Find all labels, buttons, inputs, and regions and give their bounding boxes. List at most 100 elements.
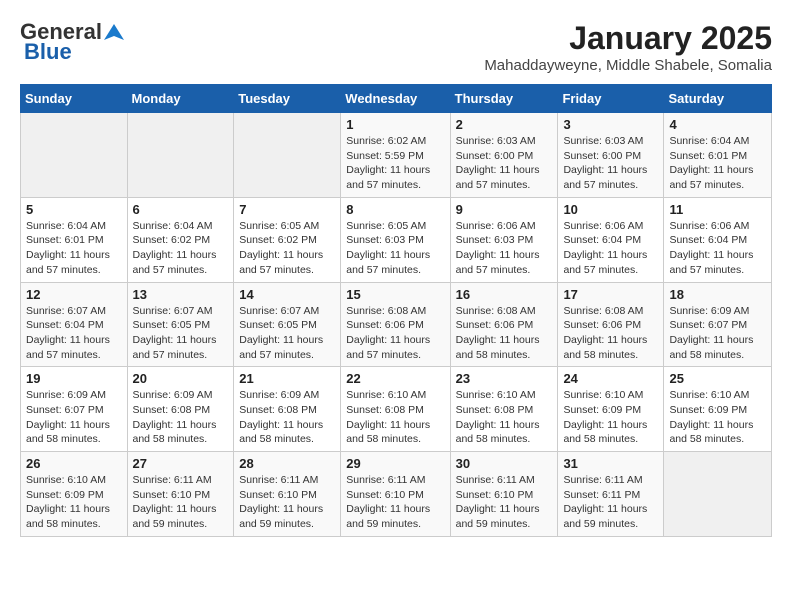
day-number: 2 [456, 117, 553, 132]
calendar-cell: 16 Sunrise: 6:08 AMSunset: 6:06 PMDayligh… [450, 282, 558, 367]
day-number: 24 [563, 371, 658, 386]
day-info: Sunrise: 6:11 AMSunset: 6:10 PMDaylight:… [239, 473, 335, 532]
day-number: 31 [563, 456, 658, 471]
day-number: 10 [563, 202, 658, 217]
calendar-cell: 27 Sunrise: 6:11 AMSunset: 6:10 PMDayligh… [127, 452, 234, 537]
day-info: Sunrise: 6:09 AMSunset: 6:07 PMDaylight:… [26, 388, 122, 447]
day-info: Sunrise: 6:07 AMSunset: 6:05 PMDaylight:… [239, 304, 335, 363]
calendar-cell: 10Sunrise: 6:06 AMSunset: 6:04 PMDayligh… [558, 197, 664, 282]
calendar-cell: 29 Sunrise: 6:11 AMSunset: 6:10 PMDayligh… [341, 452, 450, 537]
day-number: 27 [133, 456, 229, 471]
calendar-cell: 30Sunrise: 6:11 AMSunset: 6:10 PMDayligh… [450, 452, 558, 537]
day-info: Sunrise: 6:02 AMSunset: 5:59 PMDaylight:… [346, 134, 444, 193]
calendar-cell: 17 Sunrise: 6:08 AMSunset: 6:06 PMDayligh… [558, 282, 664, 367]
day-number: 23 [456, 371, 553, 386]
logo-bird-icon [104, 22, 124, 42]
calendar-cell: 23 Sunrise: 6:10 AMSunset: 6:08 PMDayligh… [450, 367, 558, 452]
day-number: 26 [26, 456, 122, 471]
day-info: Sunrise: 6:08 AMSunset: 6:06 PMDaylight:… [563, 304, 658, 363]
weekday-header: Thursday [450, 85, 558, 113]
calendar-cell: 14 Sunrise: 6:07 AMSunset: 6:05 PMDayligh… [234, 282, 341, 367]
weekday-header: Sunday [21, 85, 128, 113]
calendar-cell: 4 Sunrise: 6:04 AMSunset: 6:01 PMDaylight… [664, 113, 772, 198]
day-number: 12 [26, 287, 122, 302]
day-number: 16 [456, 287, 553, 302]
weekday-header-row: SundayMondayTuesdayWednesdayThursdayFrid… [21, 85, 772, 113]
calendar-table: SundayMondayTuesdayWednesdayThursdayFrid… [20, 84, 772, 537]
location-subtitle: Mahaddayweyne, Middle Shabele, Somalia [484, 57, 772, 74]
weekday-header: Friday [558, 85, 664, 113]
day-info: Sunrise: 6:06 AMSunset: 6:03 PMDaylight:… [456, 219, 553, 278]
day-info: Sunrise: 6:09 AMSunset: 6:07 PMDaylight:… [669, 304, 766, 363]
calendar-cell [21, 113, 128, 198]
day-number: 18 [669, 287, 766, 302]
calendar-week-row: 19 Sunrise: 6:09 AMSunset: 6:07 PMDayligh… [21, 367, 772, 452]
day-info: Sunrise: 6:09 AMSunset: 6:08 PMDaylight:… [239, 388, 335, 447]
page-header: General Blue January 2025 Mahaddayweyne,… [20, 20, 772, 74]
calendar-cell: 13Sunrise: 6:07 AMSunset: 6:05 PMDayligh… [127, 282, 234, 367]
day-info: Sunrise: 6:05 AMSunset: 6:02 PMDaylight:… [239, 219, 335, 278]
day-number: 6 [133, 202, 229, 217]
weekday-header: Tuesday [234, 85, 341, 113]
calendar-cell: 9 Sunrise: 6:06 AMSunset: 6:03 PMDaylight… [450, 197, 558, 282]
calendar-cell: 22Sunrise: 6:10 AMSunset: 6:08 PMDayligh… [341, 367, 450, 452]
calendar-cell: 8Sunrise: 6:05 AMSunset: 6:03 PMDaylight… [341, 197, 450, 282]
calendar-cell: 19 Sunrise: 6:09 AMSunset: 6:07 PMDayligh… [21, 367, 128, 452]
weekday-header: Wednesday [341, 85, 450, 113]
calendar-cell: 24 Sunrise: 6:10 AMSunset: 6:09 PMDayligh… [558, 367, 664, 452]
calendar-cell: 12 Sunrise: 6:07 AMSunset: 6:04 PMDayligh… [21, 282, 128, 367]
day-info: Sunrise: 6:06 AMSunset: 6:04 PMDaylight:… [669, 219, 766, 278]
calendar-cell: 2Sunrise: 6:03 AMSunset: 6:00 PMDaylight… [450, 113, 558, 198]
day-number: 9 [456, 202, 553, 217]
day-info: Sunrise: 6:11 AMSunset: 6:10 PMDaylight:… [456, 473, 553, 532]
weekday-header: Saturday [664, 85, 772, 113]
day-info: Sunrise: 6:03 AMSunset: 6:00 PMDaylight:… [563, 134, 658, 193]
day-info: Sunrise: 6:10 AMSunset: 6:09 PMDaylight:… [669, 388, 766, 447]
month-title: January 2025 [484, 20, 772, 57]
calendar-cell: 3 Sunrise: 6:03 AMSunset: 6:00 PMDaylight… [558, 113, 664, 198]
day-number: 21 [239, 371, 335, 386]
day-info: Sunrise: 6:07 AMSunset: 6:05 PMDaylight:… [133, 304, 229, 363]
day-number: 11 [669, 202, 766, 217]
calendar-cell [127, 113, 234, 198]
calendar-cell: 31 Sunrise: 6:11 AMSunset: 6:11 PMDayligh… [558, 452, 664, 537]
day-info: Sunrise: 6:08 AMSunset: 6:06 PMDaylight:… [456, 304, 553, 363]
day-info: Sunrise: 6:08 AMSunset: 6:06 PMDaylight:… [346, 304, 444, 363]
day-info: Sunrise: 6:11 AMSunset: 6:10 PMDaylight:… [346, 473, 444, 532]
day-number: 4 [669, 117, 766, 132]
calendar-cell: 15Sunrise: 6:08 AMSunset: 6:06 PMDayligh… [341, 282, 450, 367]
day-info: Sunrise: 6:04 AMSunset: 6:01 PMDaylight:… [26, 219, 122, 278]
day-info: Sunrise: 6:10 AMSunset: 6:09 PMDaylight:… [26, 473, 122, 532]
calendar-cell: 21 Sunrise: 6:09 AMSunset: 6:08 PMDayligh… [234, 367, 341, 452]
calendar-cell [234, 113, 341, 198]
calendar-week-row: 1 Sunrise: 6:02 AMSunset: 5:59 PMDaylight… [21, 113, 772, 198]
day-number: 25 [669, 371, 766, 386]
day-number: 29 [346, 456, 444, 471]
calendar-cell: 26 Sunrise: 6:10 AMSunset: 6:09 PMDayligh… [21, 452, 128, 537]
day-number: 22 [346, 371, 444, 386]
logo-blue: Blue [20, 40, 72, 64]
calendar-cell: 28 Sunrise: 6:11 AMSunset: 6:10 PMDayligh… [234, 452, 341, 537]
logo: General Blue [20, 20, 124, 64]
weekday-header: Monday [127, 85, 234, 113]
title-area: January 2025 Mahaddayweyne, Middle Shabe… [484, 20, 772, 74]
day-info: Sunrise: 6:04 AMSunset: 6:01 PMDaylight:… [669, 134, 766, 193]
day-info: Sunrise: 6:09 AMSunset: 6:08 PMDaylight:… [133, 388, 229, 447]
day-number: 14 [239, 287, 335, 302]
day-info: Sunrise: 6:10 AMSunset: 6:09 PMDaylight:… [563, 388, 658, 447]
day-number: 5 [26, 202, 122, 217]
day-number: 3 [563, 117, 658, 132]
day-number: 19 [26, 371, 122, 386]
day-number: 28 [239, 456, 335, 471]
day-number: 17 [563, 287, 658, 302]
day-info: Sunrise: 6:11 AMSunset: 6:10 PMDaylight:… [133, 473, 229, 532]
day-number: 20 [133, 371, 229, 386]
day-info: Sunrise: 6:10 AMSunset: 6:08 PMDaylight:… [456, 388, 553, 447]
calendar-cell: 6Sunrise: 6:04 AMSunset: 6:02 PMDaylight… [127, 197, 234, 282]
calendar-cell: 18 Sunrise: 6:09 AMSunset: 6:07 PMDayligh… [664, 282, 772, 367]
day-info: Sunrise: 6:07 AMSunset: 6:04 PMDaylight:… [26, 304, 122, 363]
day-number: 1 [346, 117, 444, 132]
day-info: Sunrise: 6:11 AMSunset: 6:11 PMDaylight:… [563, 473, 658, 532]
day-number: 7 [239, 202, 335, 217]
calendar-cell: 5 Sunrise: 6:04 AMSunset: 6:01 PMDaylight… [21, 197, 128, 282]
